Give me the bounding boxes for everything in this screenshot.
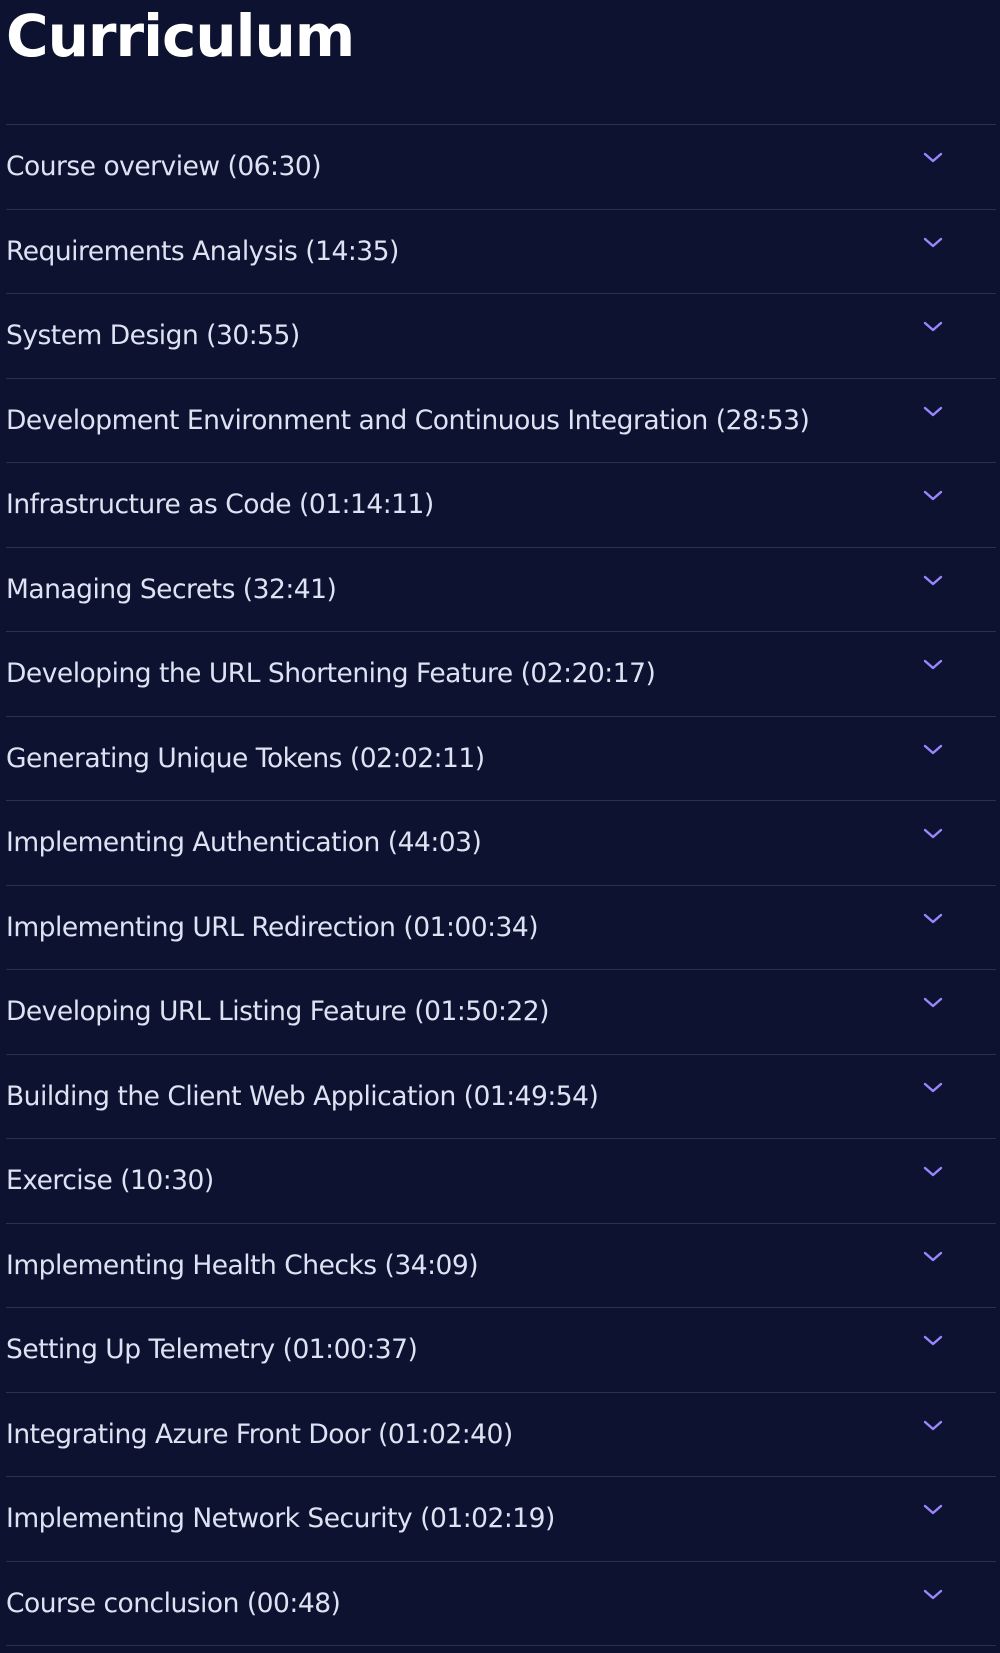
chevron-down-icon[interactable] bbox=[922, 1334, 944, 1348]
page-title: Curriculum bbox=[6, 2, 355, 70]
curriculum-section[interactable]: Exercise (10:30) bbox=[6, 1139, 996, 1224]
curriculum-section[interactable]: Infrastructure as Code (01:14:11) bbox=[6, 463, 996, 548]
section-title: Setting Up Telemetry (01:00:37) bbox=[6, 1334, 418, 1365]
chevron-down-icon[interactable] bbox=[922, 1165, 944, 1179]
curriculum-section[interactable]: Managing Secrets (32:41) bbox=[6, 548, 996, 632]
curriculum-section[interactable]: System Design (30:55) bbox=[6, 294, 996, 379]
chevron-down-icon[interactable] bbox=[922, 996, 944, 1010]
curriculum-section[interactable]: Integrating Azure Front Door (01:02:40) bbox=[6, 1393, 996, 1477]
section-title: Integrating Azure Front Door (01:02:40) bbox=[6, 1418, 513, 1450]
chevron-down-icon[interactable] bbox=[922, 574, 944, 588]
section-title: Managing Secrets (32:41) bbox=[6, 573, 337, 605]
curriculum-section[interactable]: Requirements Analysis (14:35) bbox=[6, 210, 996, 294]
chevron-down-icon[interactable] bbox=[922, 1250, 944, 1264]
chevron-down-icon[interactable] bbox=[922, 236, 944, 250]
curriculum-section[interactable]: Developing the URL Shortening Feature (0… bbox=[6, 632, 996, 717]
section-title: Implementing URL Redirection (01:00:34) bbox=[6, 911, 539, 943]
chevron-down-icon[interactable] bbox=[922, 405, 944, 419]
section-title: System Design (30:55) bbox=[6, 320, 300, 351]
section-title: Implementing Health Checks (34:09) bbox=[6, 1249, 479, 1281]
curriculum-section[interactable]: Course conclusion (00:48) bbox=[6, 1562, 996, 1646]
section-title: Developing URL Listing Feature (01:50:22… bbox=[6, 996, 549, 1027]
curriculum-section[interactable]: Development Environment and Continuous I… bbox=[6, 379, 996, 463]
curriculum-list: Course overview (06:30) Requirements Ana… bbox=[6, 124, 996, 1646]
chevron-down-icon[interactable] bbox=[922, 151, 944, 165]
section-title: Implementing Network Security (01:02:19) bbox=[6, 1503, 555, 1534]
section-title: Developing the URL Shortening Feature (0… bbox=[6, 658, 656, 689]
curriculum-section[interactable]: Generating Unique Tokens (02:02:11) bbox=[6, 717, 996, 801]
chevron-down-icon[interactable] bbox=[922, 1503, 944, 1517]
section-title: Course overview (06:30) bbox=[6, 151, 322, 182]
section-title: Requirements Analysis (14:35) bbox=[6, 235, 399, 267]
section-title: Implementing Authentication (44:03) bbox=[6, 827, 482, 858]
chevron-down-icon[interactable] bbox=[922, 658, 944, 672]
chevron-down-icon[interactable] bbox=[922, 912, 944, 926]
chevron-down-icon[interactable] bbox=[922, 743, 944, 757]
curriculum-section[interactable]: Developing URL Listing Feature (01:50:22… bbox=[6, 970, 996, 1055]
curriculum-section[interactable]: Building the Client Web Application (01:… bbox=[6, 1055, 996, 1139]
section-title: Development Environment and Continuous I… bbox=[6, 404, 810, 436]
curriculum-section[interactable]: Course overview (06:30) bbox=[6, 125, 996, 210]
section-title: Generating Unique Tokens (02:02:11) bbox=[6, 742, 485, 774]
curriculum-section[interactable]: Implementing Health Checks (34:09) bbox=[6, 1224, 996, 1308]
section-title: Exercise (10:30) bbox=[6, 1165, 214, 1196]
curriculum-section[interactable]: Implementing Network Security (01:02:19) bbox=[6, 1477, 996, 1562]
curriculum-section[interactable]: Implementing Authentication (44:03) bbox=[6, 801, 996, 886]
chevron-down-icon[interactable] bbox=[922, 489, 944, 503]
section-title: Infrastructure as Code (01:14:11) bbox=[6, 489, 434, 520]
curriculum-section[interactable]: Setting Up Telemetry (01:00:37) bbox=[6, 1308, 996, 1393]
curriculum-section[interactable]: Implementing URL Redirection (01:00:34) bbox=[6, 886, 996, 970]
section-title: Course conclusion (00:48) bbox=[6, 1587, 341, 1619]
chevron-down-icon[interactable] bbox=[922, 1588, 944, 1602]
chevron-down-icon[interactable] bbox=[922, 320, 944, 334]
chevron-down-icon[interactable] bbox=[922, 1081, 944, 1095]
section-title: Building the Client Web Application (01:… bbox=[6, 1080, 599, 1112]
chevron-down-icon[interactable] bbox=[922, 1419, 944, 1433]
chevron-down-icon[interactable] bbox=[922, 827, 944, 841]
